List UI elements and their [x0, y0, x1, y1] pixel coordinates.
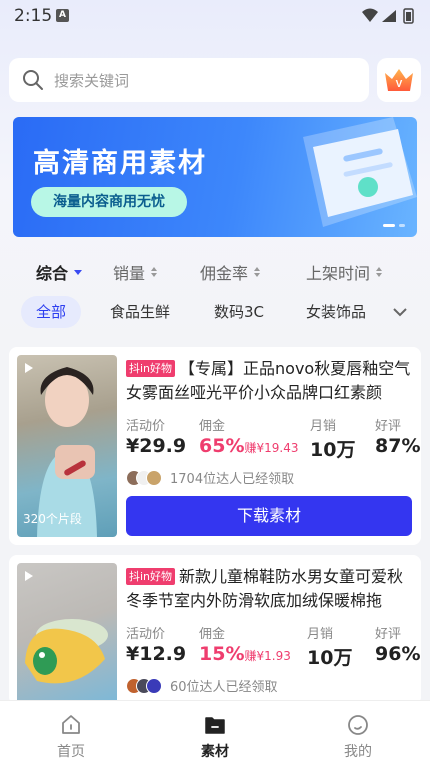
price-label: 活动价: [126, 419, 166, 434]
commission-earn: 赚¥1.93: [244, 649, 291, 663]
product-card[interactable]: 320个片段 抖in好物 【专属】正品novo秋夏唇釉空气女雾面丝哑光平价小众品牌…: [9, 347, 421, 545]
wifi-signal-battery-icon: [362, 8, 414, 24]
sort-sales[interactable]: 销量: [113, 260, 158, 284]
caret-down-icon: [74, 269, 83, 275]
vip-button[interactable]: V: [377, 58, 421, 102]
sort-bar: 综合 销量 佣金率 上架时间: [0, 256, 430, 288]
chevron-down-icon[interactable]: [392, 304, 408, 320]
rating-value: 96%: [375, 643, 421, 665]
sales-label: 月销: [310, 419, 337, 434]
tab-label: 首页: [57, 744, 85, 760]
monthly-sales: 10万: [307, 647, 353, 669]
rating-label: 好评: [375, 627, 402, 642]
notification-icon: A: [56, 9, 69, 22]
commission-earn: 赚¥19.43: [244, 441, 299, 455]
product-card[interactable]: 抖in好物 新款儿童棉鞋防水男女童可爱秋冬季节室内外防滑软底加绒保暖棉拖 活动价 …: [9, 555, 421, 705]
avatar-group: [126, 469, 162, 486]
slipper-image-icon: [25, 619, 108, 684]
tab-material[interactable]: 素材: [185, 713, 245, 761]
sort-arrows-icon: [376, 267, 383, 277]
status-time: 2:15: [14, 6, 53, 26]
category-digital[interactable]: 数码3C: [214, 296, 264, 328]
document-illustration-icon: [303, 117, 417, 227]
sort-comprehensive[interactable]: 综合: [36, 260, 83, 284]
claim-row: 1704位达人已经领取: [126, 468, 294, 487]
category-all[interactable]: 全部: [21, 296, 82, 328]
tab-profile[interactable]: 我的: [328, 713, 388, 761]
activity-price: ¥29.9: [126, 435, 187, 457]
tab-label: 我的: [344, 744, 372, 760]
sort-commission-rate[interactable]: 佣金率: [200, 260, 261, 284]
sort-label: 销量: [113, 264, 146, 283]
bottom-tab-bar: 首页 素材 我的: [0, 700, 430, 766]
material-icon: [205, 717, 225, 734]
price-label: 活动价: [126, 627, 166, 642]
status-icons: [360, 6, 418, 30]
activity-price: ¥12.9: [126, 643, 187, 665]
claim-count: 60位达人已经领取: [170, 680, 278, 695]
category-womens[interactable]: 女装饰品: [306, 296, 366, 328]
profile-icon: [348, 715, 368, 735]
play-icon: [25, 571, 33, 581]
tab-home[interactable]: 首页: [41, 713, 101, 761]
search-icon: [23, 70, 43, 90]
commission-value: 15%赚¥1.93: [199, 643, 291, 665]
avatar-group: [126, 677, 162, 694]
commission-value: 65%赚¥19.43: [199, 435, 299, 457]
product-tag: 抖in好物: [126, 360, 176, 377]
promo-banner[interactable]: 高清商用素材 海量内容商用无忧: [13, 117, 417, 237]
category-tabs: 全部 食品生鲜 数码3C 女装饰品: [0, 296, 430, 330]
claim-count: 1704位达人已经领取: [170, 472, 295, 487]
sort-label: 佣金率: [200, 264, 249, 283]
sort-listing-time[interactable]: 上架时间: [306, 260, 383, 284]
sort-label: 综合: [36, 264, 69, 283]
sort-arrows-icon: [254, 267, 261, 277]
banner-subtitle: 海量内容商用无忧: [31, 187, 187, 217]
clip-count: 320个片段: [23, 512, 82, 526]
commission-label: 佣金: [199, 627, 226, 642]
search-placeholder: 搜索关键词: [54, 71, 130, 90]
home-icon: [62, 715, 80, 734]
crown-icon: V: [385, 69, 413, 91]
monthly-sales: 10万: [310, 439, 356, 461]
product-video-thumbnail[interactable]: [17, 563, 117, 705]
tab-label: 素材: [201, 744, 229, 760]
claim-row: 60位达人已经领取: [126, 676, 278, 695]
sort-arrows-icon: [151, 267, 158, 277]
product-title: 抖in好物 【专属】正品novo秋夏唇釉空气女雾面丝哑光平价小众品牌口红素颜: [126, 357, 416, 405]
product-title: 抖in好物 新款儿童棉鞋防水男女童可爱秋冬季节室内外防滑软底加绒保暖棉拖: [126, 565, 416, 613]
play-icon: [25, 363, 33, 373]
banner-title: 高清商用素材: [33, 148, 207, 179]
banner-pager: [383, 224, 405, 227]
download-material-button[interactable]: 下载素材: [126, 496, 412, 536]
rating-label: 好评: [375, 419, 402, 434]
sales-label: 月销: [307, 627, 334, 642]
sort-label: 上架时间: [306, 264, 371, 283]
product-tag: 抖in好物: [126, 568, 176, 585]
category-food[interactable]: 食品生鲜: [110, 296, 170, 328]
product-video-thumbnail[interactable]: 320个片段: [17, 355, 117, 537]
commission-label: 佣金: [199, 419, 226, 434]
rating-value: 87%: [375, 435, 421, 457]
search-input[interactable]: 搜索关键词: [9, 58, 369, 102]
status-bar: 2:15 A: [0, 0, 430, 32]
svg-text:V: V: [396, 79, 403, 90]
